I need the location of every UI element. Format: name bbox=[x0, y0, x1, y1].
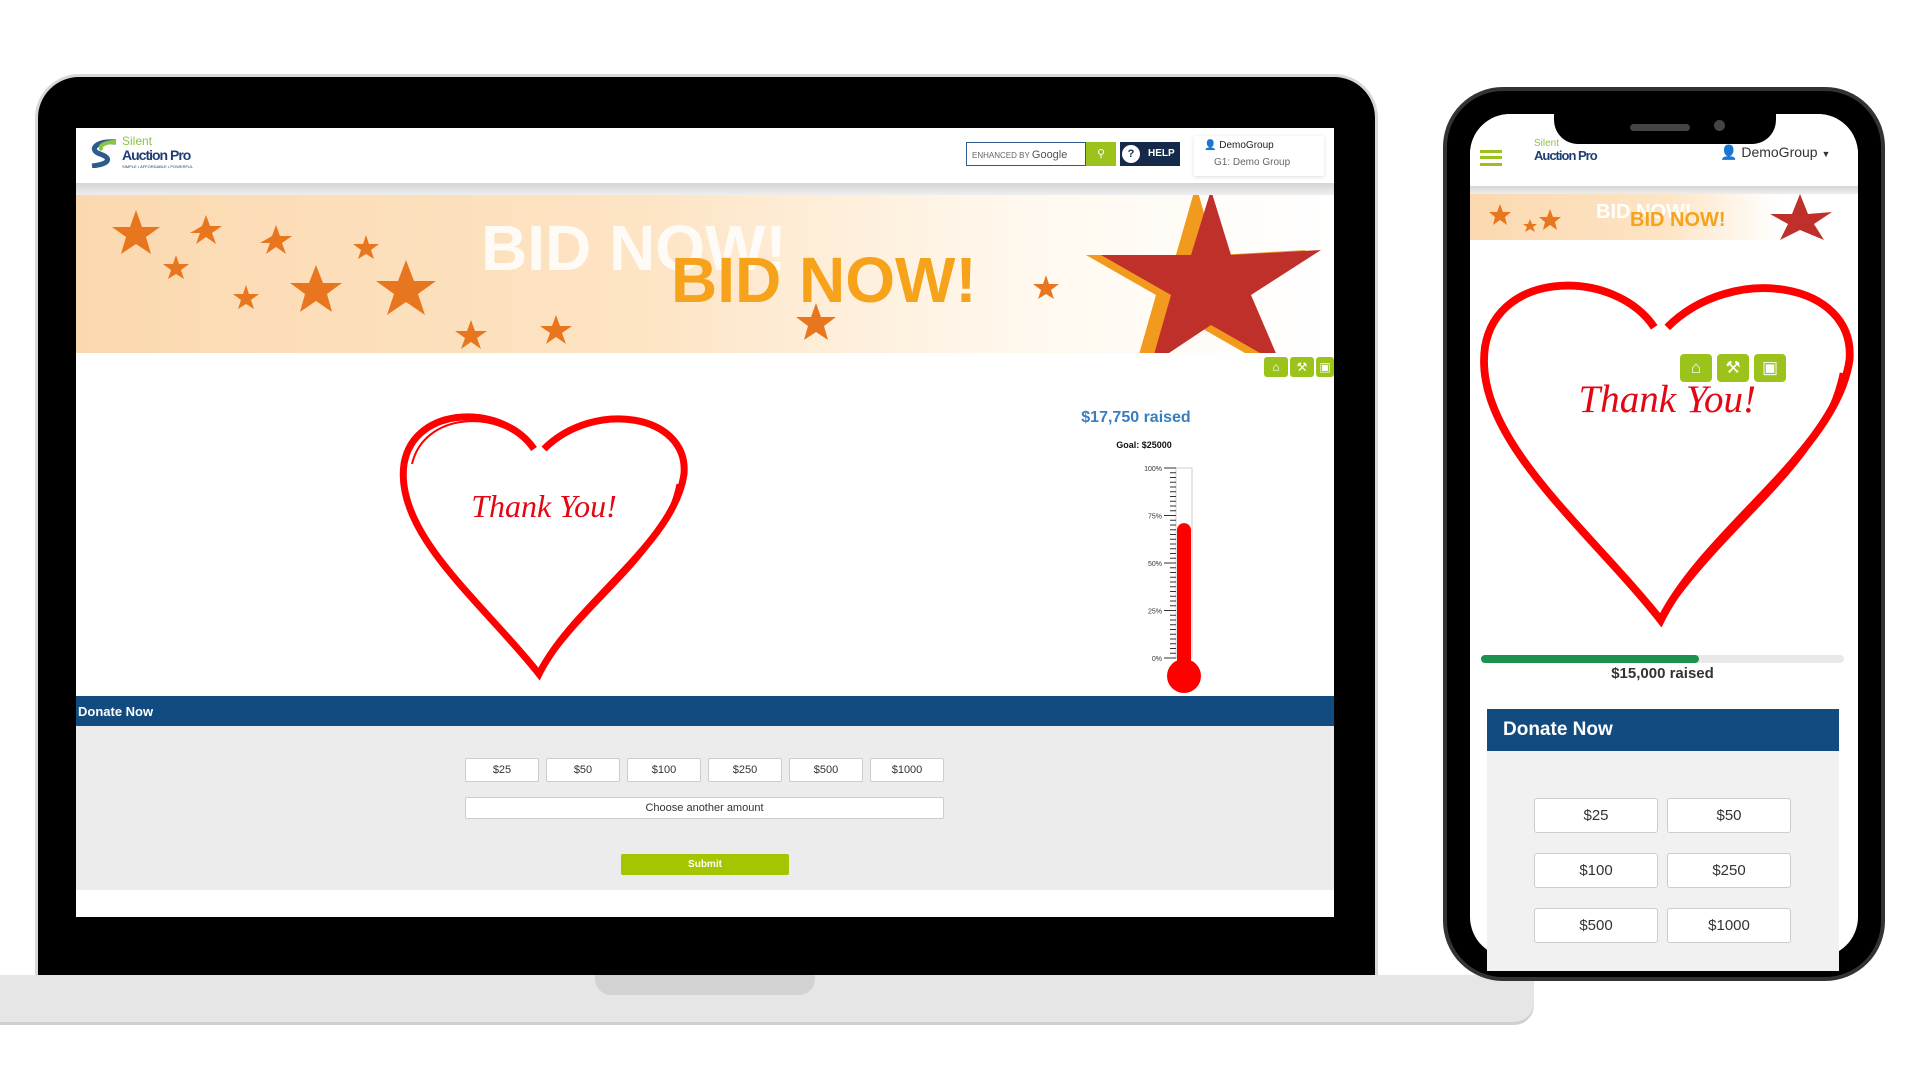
logo-line2: Auction Pro bbox=[122, 147, 191, 163]
banner: BID NOW! BID NOW! bbox=[76, 195, 1334, 353]
phone-header-divider bbox=[1470, 186, 1858, 194]
search-brand: Google bbox=[1031, 149, 1068, 161]
thermometer-tick-label: 75% bbox=[1148, 514, 1162, 521]
user-menu[interactable]: 👤 DemoGroup G1: Demo Group bbox=[1194, 136, 1324, 176]
help-label: HELP bbox=[1148, 148, 1175, 159]
logo-tagline: SIMPLE • AFFORDABLE • POWERFUL bbox=[122, 164, 194, 169]
amount-button[interactable]: $250 bbox=[708, 758, 782, 782]
thermometer-tick-label: 100% bbox=[1144, 466, 1162, 473]
hamburger-menu-icon[interactable] bbox=[1480, 150, 1502, 166]
thermometer-bulb bbox=[1167, 659, 1201, 693]
phone-amount-button[interactable]: $25 bbox=[1534, 798, 1658, 833]
home-button[interactable]: ⌂ bbox=[1264, 357, 1288, 377]
phone-progress-fill bbox=[1481, 655, 1699, 663]
phone-user-name: DemoGroup bbox=[1741, 144, 1818, 160]
submit-button[interactable]: Submit bbox=[621, 854, 789, 875]
ticket-icon: ▣ bbox=[1319, 360, 1331, 374]
phone-amount-button[interactable]: $50 bbox=[1667, 798, 1791, 833]
home-icon: ⌂ bbox=[1272, 360, 1280, 374]
chevron-down-icon: ▼ bbox=[1821, 149, 1831, 159]
phone-logo-line2: Auction Pro bbox=[1534, 148, 1598, 163]
thermometer: 100% 75% 50% 25% 0% bbox=[1144, 466, 1201, 693]
amount-button[interactable]: $1000 bbox=[870, 758, 944, 782]
laptop-notch bbox=[595, 975, 815, 995]
gavel-icon: ⚒ bbox=[1296, 360, 1308, 374]
logo-line1: Silent bbox=[122, 134, 153, 148]
logo-swoosh-icon bbox=[91, 139, 117, 168]
phone-banner-text: BID NOW! bbox=[1630, 209, 1726, 231]
phone-amount-button[interactable]: $250 bbox=[1667, 853, 1791, 888]
phone-user-menu[interactable]: 👤 DemoGroup ▼ bbox=[1720, 144, 1830, 161]
gavel-button[interactable]: ⚒ bbox=[1290, 357, 1314, 377]
laptop-screen: Silent Auction Pro SIMPLE • AFFORDABLE •… bbox=[76, 128, 1334, 917]
help-icon: ? bbox=[1122, 145, 1140, 163]
search-button[interactable]: ⚲ bbox=[1086, 142, 1116, 166]
phone-donate-now-header: Donate Now bbox=[1487, 709, 1839, 751]
user-icon: 👤 bbox=[1204, 140, 1217, 151]
other-amount-button[interactable]: Choose another amount bbox=[465, 797, 944, 819]
user-name: DemoGroup bbox=[1219, 140, 1274, 151]
phone-amount-button[interactable]: $500 bbox=[1534, 908, 1658, 943]
thank-you-heart: Thank You! bbox=[399, 413, 688, 681]
phone-amount-button[interactable]: $100 bbox=[1534, 853, 1658, 888]
amount-button[interactable]: $25 bbox=[465, 758, 539, 782]
phone-thank-you-text: Thank You! bbox=[1578, 378, 1756, 421]
thermometer-fill bbox=[1177, 523, 1191, 668]
amount-button[interactable]: $100 bbox=[627, 758, 701, 782]
goal-amount: Goal: $25000 bbox=[1116, 440, 1172, 450]
banner-text: BID NOW! bbox=[671, 244, 977, 316]
phone-banner: BID NOW! BID NOW! bbox=[1470, 194, 1858, 240]
amount-button[interactable]: $500 bbox=[789, 758, 863, 782]
user-icon: 👤 bbox=[1720, 144, 1738, 160]
phone-thank-you-heart: Thank You! bbox=[1480, 281, 1854, 628]
thank-you-text: Thank You! bbox=[471, 488, 617, 524]
header: Silent Auction Pro SIMPLE • AFFORDABLE •… bbox=[76, 128, 1334, 183]
phone-amount-button[interactable]: $1000 bbox=[1667, 908, 1791, 943]
thermometer-tick-label: 0% bbox=[1152, 656, 1162, 663]
donate-now-header: Donate Now bbox=[76, 696, 1334, 726]
search-input[interactable]: ENHANCED BY Google bbox=[966, 142, 1086, 166]
stars-decoration: BID NOW! BID NOW! bbox=[112, 195, 1321, 353]
phone-raised-amount: $15,000 raised bbox=[1611, 665, 1714, 682]
header-divider bbox=[76, 183, 1334, 195]
search-enhanced-label: ENHANCED BY bbox=[972, 151, 1030, 160]
phone-notch bbox=[1554, 112, 1776, 144]
search-icon: ⚲ bbox=[1096, 148, 1106, 160]
raised-amount: $17,750 raised bbox=[1081, 409, 1191, 426]
thermometer-tick-label: 25% bbox=[1148, 609, 1162, 616]
user-group: G1: Demo Group bbox=[1214, 157, 1291, 168]
amount-button[interactable]: $50 bbox=[546, 758, 620, 782]
phone-progress-bar bbox=[1481, 655, 1844, 663]
thermometer-tick-label: 50% bbox=[1148, 561, 1162, 568]
ticket-button[interactable]: ▣ bbox=[1316, 357, 1334, 377]
